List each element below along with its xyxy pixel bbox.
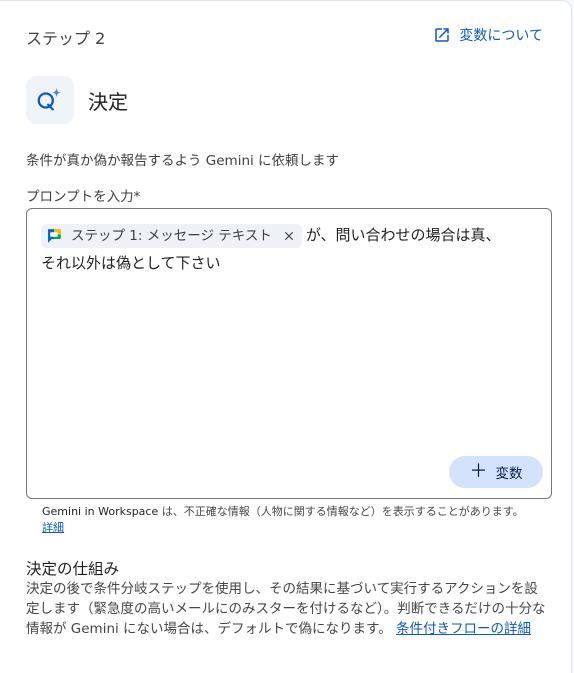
about-variables-link[interactable]: 変数について [433,25,543,45]
prompt-text[interactable]: ステップ 1: メッセージ テキスト が、問い合わせの場合は真、 それ以外は偽と… [41,221,541,277]
variable-chip[interactable]: ステップ 1: メッセージ テキスト [41,223,302,248]
how-it-works-title: 決定の仕組み [26,560,120,578]
add-variable-button[interactable]: ＋ 変数 [449,456,543,488]
gemini-disclaimer: Gemini in Workspace は、不正確な情報（人物に関する情報など）… [42,504,534,536]
how-it-works-body: 決定の後で条件分岐ステップを使用し、その結果に基づいて実行するアクションを設定し… [26,579,548,639]
close-icon[interactable] [282,229,296,243]
open-in-new-icon [435,28,450,42]
step-panel: ステップ 2 変数について 決定 条件が真か偽か報告するよう Gemini に依… [0,0,572,673]
prompt-label: プロンプトを入力* [26,189,141,205]
variable-chip-label: ステップ 1: メッセージ テキスト [71,227,272,244]
prompt-text-line2: それ以外は偽として下さい [41,254,221,272]
conditional-flow-learn-more-link[interactable]: 条件付きフローの詳細 [396,621,531,637]
about-variables-label: 変数について [459,28,543,44]
step-header: 決定 [26,76,128,124]
disclaimer-brand: Gemini in Workspace [42,505,159,518]
prompt-text-line1: が、問い合わせの場合は真、 [305,226,501,244]
gemini-decision-icon [26,76,74,124]
disclaimer-learn-more-link[interactable]: 詳細 [42,521,64,534]
step-title: 決定 [88,89,128,114]
plus-icon: ＋ [469,461,488,482]
step-label: ステップ 2 [26,29,106,48]
add-variable-label: 変数 [495,466,523,482]
step-description: 条件が真か偽か報告するよう Gemini に依頼します [26,153,340,169]
prompt-input[interactable]: ステップ 1: メッセージ テキスト が、問い合わせの場合は真、 それ以外は偽と… [26,208,552,499]
disclaimer-text: は、不正確な情報（人物に関する情報など）を表示することがあります。 [158,505,524,518]
google-chat-icon [48,228,61,243]
